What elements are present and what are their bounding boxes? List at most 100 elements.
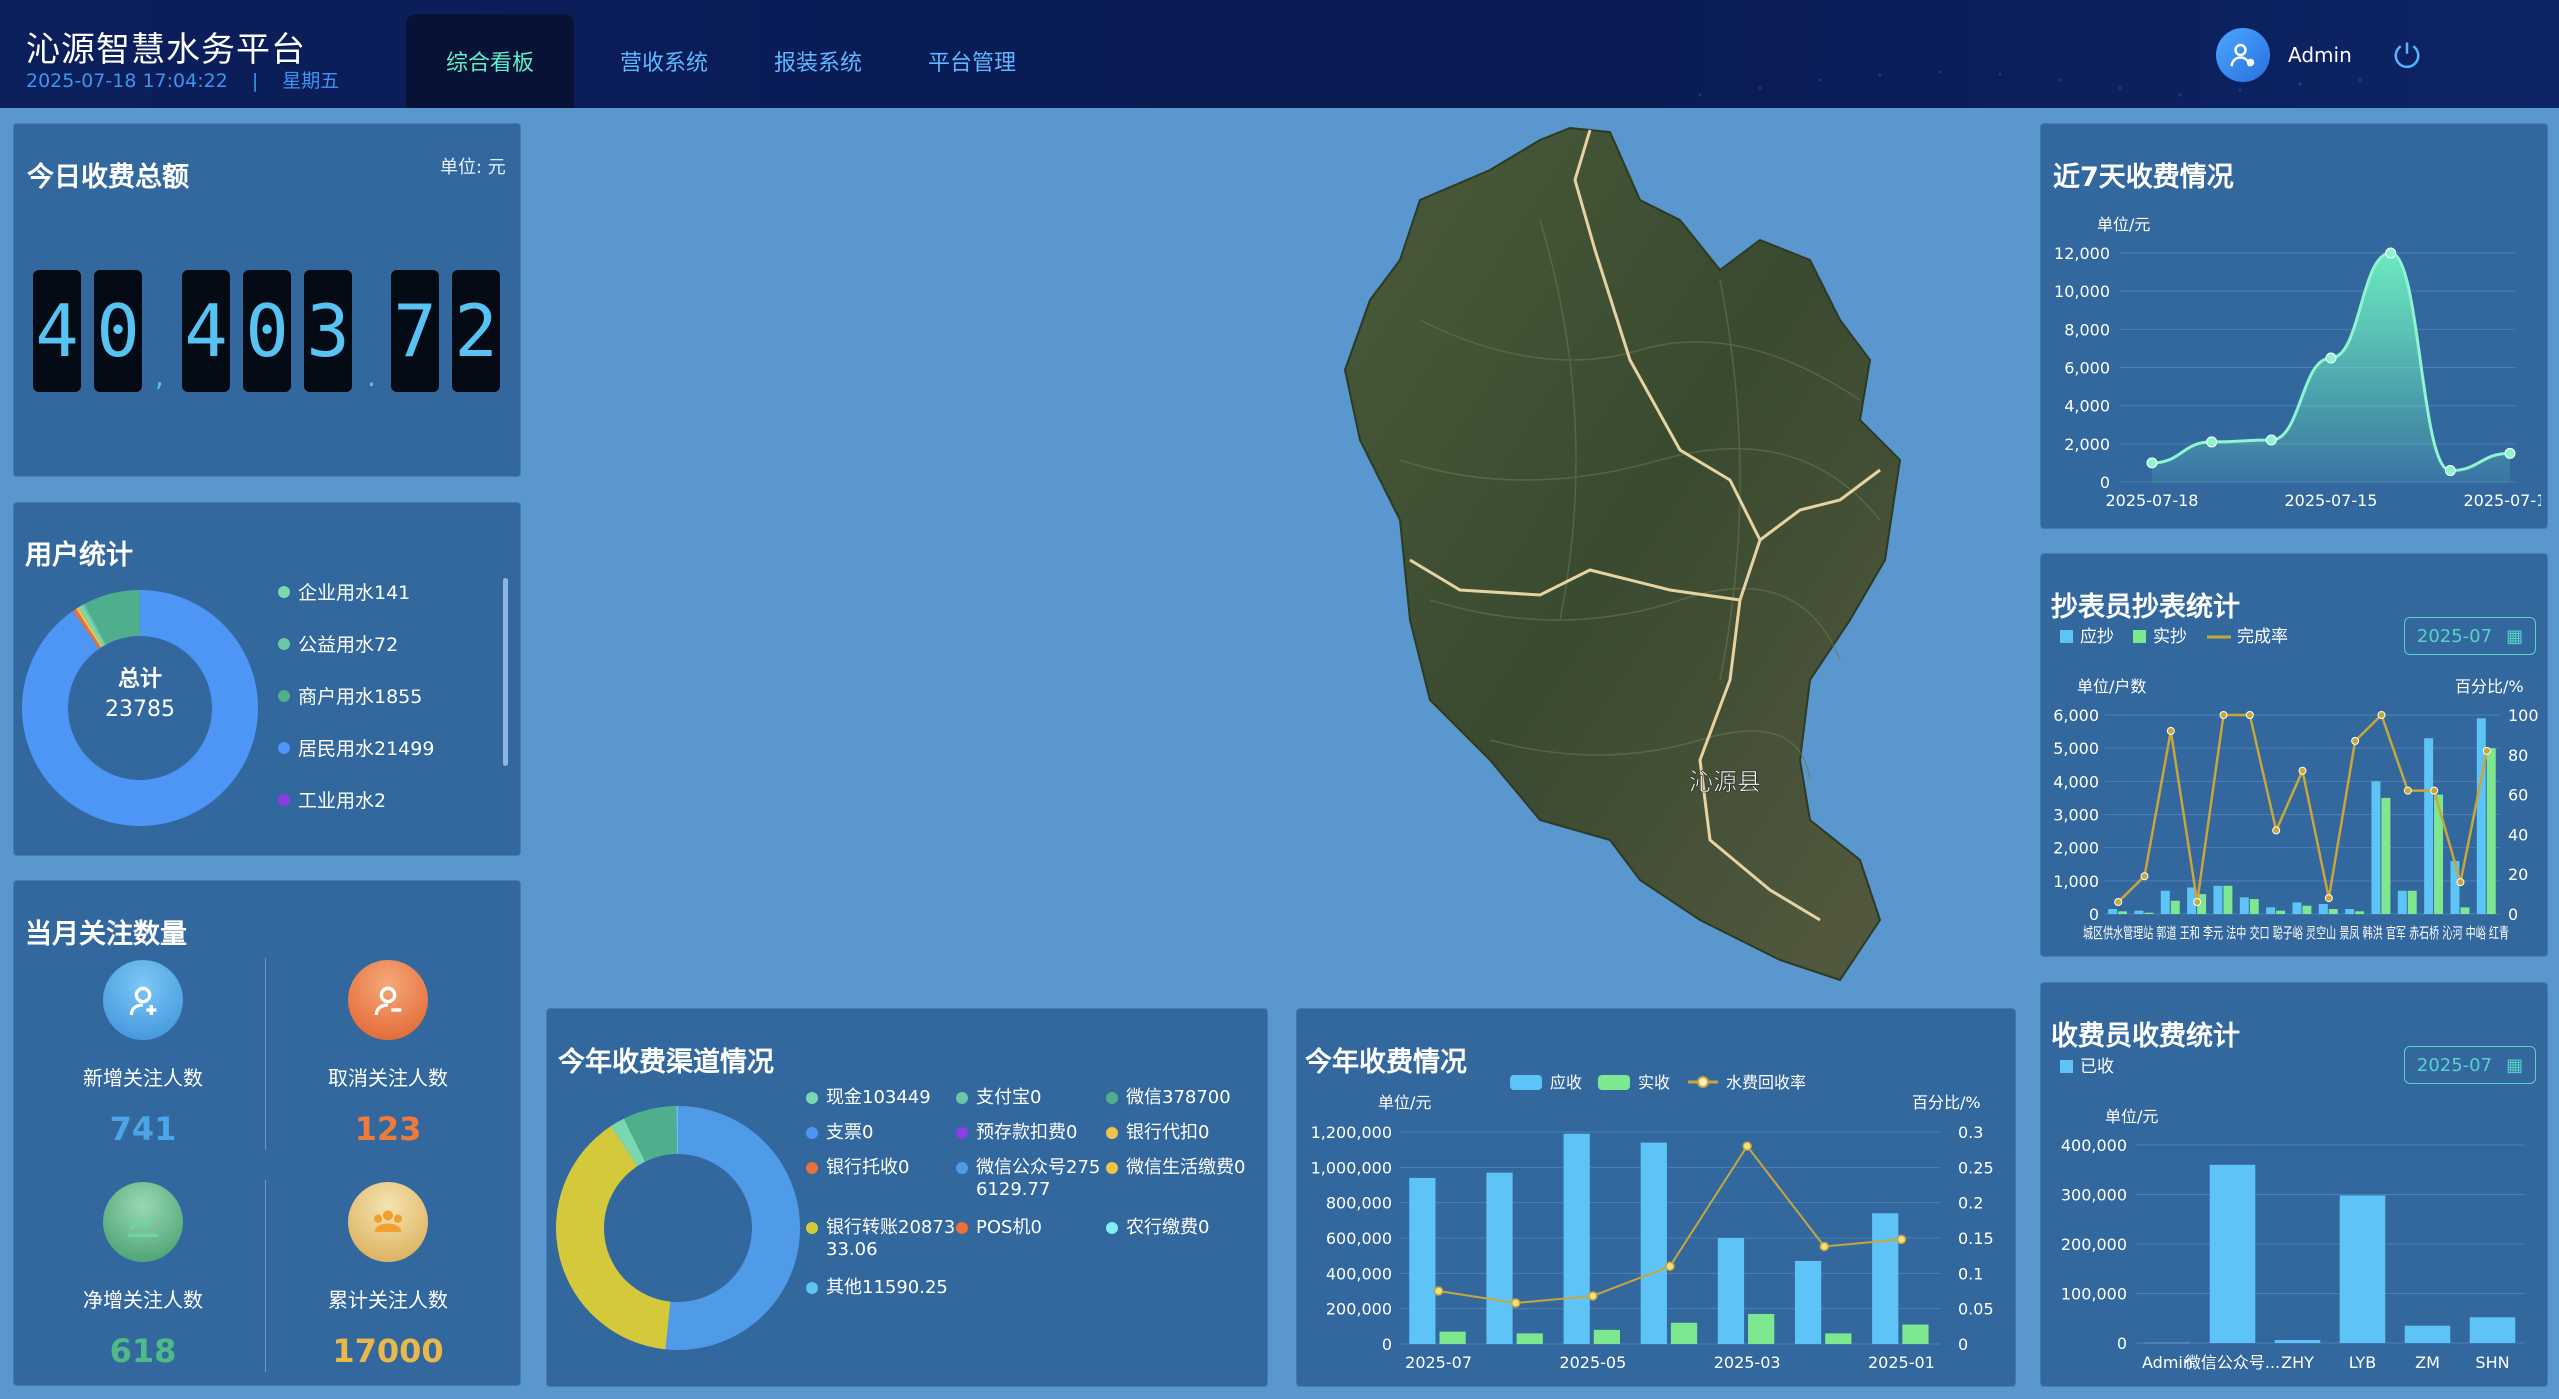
digit-4: 0 <box>243 270 291 392</box>
channel-legend-item[interactable]: 微信公众号2756129.77 <box>956 1157 1106 1201</box>
recovery-point <box>1742 1141 1752 1151</box>
top-header: 沁源智慧水务平台 2025-07-18 17:04:22 | 星期五 综合看板 … <box>0 0 2559 108</box>
y-tick-right: 0.1 <box>1958 1264 1983 1283</box>
y-tick-right: 0.25 <box>1958 1158 1994 1177</box>
bar-due <box>2213 885 2223 914</box>
bar-due <box>2424 738 2434 914</box>
bar-due <box>2450 860 2460 914</box>
legend-dot <box>278 585 290 598</box>
collector-title: 收费员收费统计 <box>2051 1021 2240 1052</box>
legend-dot <box>806 1127 818 1139</box>
group-icon <box>373 1210 403 1232</box>
channel-donut-chart[interactable] <box>555 1105 801 1351</box>
x-tick-label: 微信公众号... <box>2185 1353 2280 1372</box>
datetime: 2025-07-18 17:04:22 <box>26 70 228 92</box>
legend-dot <box>278 637 290 650</box>
rate-point <box>2193 898 2202 907</box>
y-tick-label: 4,000 <box>2064 397 2110 416</box>
channel-legend-item[interactable]: 其他11590.25 <box>806 1277 956 1299</box>
bar-due <box>2239 897 2249 914</box>
follow-value: 618 <box>109 1332 177 1370</box>
seven-day-title: 近7天收费情况 <box>2053 162 2234 193</box>
user-legend-item[interactable]: 居民用水21499 <box>278 734 434 761</box>
bar-due <box>2371 781 2381 914</box>
user-add-icon <box>129 986 157 1016</box>
y-tick-label: 10,000 <box>2054 282 2110 301</box>
collector-chart[interactable]: 已收单位/元0100,000200,000300,000400,000Admin… <box>2045 1050 2541 1382</box>
legend-dot <box>806 1222 818 1234</box>
legend-swatch <box>2060 630 2073 643</box>
legend-dot <box>1106 1222 1118 1234</box>
digit-2: 0 <box>94 270 142 392</box>
y-tick-right: 20 <box>2508 865 2528 884</box>
data-point <box>2146 457 2158 469</box>
bar-paid <box>1748 1313 1775 1344</box>
bar-due <box>1563 1133 1590 1344</box>
channel-legend-item[interactable]: 微信生活缴费0 <box>1106 1157 1256 1179</box>
bar-due <box>2397 890 2407 914</box>
follow-icon-wrap <box>348 1182 428 1262</box>
tab-revenue[interactable]: 营收系统 <box>600 14 728 108</box>
channel-legend-item[interactable]: 微信378700 <box>1106 1087 1256 1109</box>
user-stats-title: 用户统计 <box>25 540 133 571</box>
digit-3: 4 <box>182 270 230 392</box>
legend-dot <box>956 1092 968 1104</box>
map-label: 沁源县 <box>1689 768 1761 796</box>
legend-swatch <box>1510 1075 1542 1090</box>
user-legend-label: 公益用水72 <box>298 634 399 656</box>
channel-legend-item[interactable]: 农行缴费0 <box>1106 1217 1256 1239</box>
user-legend-label: 居民用水21499 <box>298 738 435 760</box>
channel-legend-item[interactable]: 预存款扣费0 <box>956 1122 1106 1144</box>
x-tick-label: SHN <box>2475 1353 2509 1372</box>
tab-dashboard[interactable]: 综合看板 <box>406 14 574 108</box>
bar-due <box>2292 902 2302 914</box>
y-tick-label: 0 <box>2117 1334 2127 1353</box>
channel-legend-label: 微信公众号2756129.77 <box>976 1157 1101 1200</box>
channel-legend-item[interactable]: 现金103449 <box>806 1087 956 1109</box>
y-tick-label: 8,000 <box>2064 320 2110 339</box>
county-map[interactable]: 沁源县 <box>1340 120 1920 990</box>
user-legend-item[interactable]: 公益用水72 <box>278 630 398 657</box>
user-legend-item[interactable]: 企业用水141 <box>278 578 410 605</box>
bar-due <box>2134 910 2144 914</box>
app-title: 沁源智慧水务平台 <box>26 30 306 70</box>
follow-icon-wrap <box>103 1182 183 1262</box>
avatar[interactable] <box>2216 28 2270 82</box>
tab-installation[interactable]: 报装系统 <box>754 14 882 108</box>
follow-icon-wrap <box>348 960 428 1040</box>
follow-icon-wrap <box>103 960 183 1040</box>
bar-due <box>1872 1213 1899 1344</box>
legend-scrollbar[interactable] <box>503 578 508 766</box>
bar-paid <box>1439 1331 1466 1344</box>
y-tick-left: 6,000 <box>2053 706 2099 725</box>
legend-label: 完成率 <box>2237 627 2288 647</box>
legend-dot <box>1106 1127 1118 1139</box>
user-menu[interactable]: Admin <box>2216 28 2352 82</box>
x-tick-label: LYB <box>2349 1353 2377 1372</box>
legend-label: 水费回收率 <box>1726 1073 1806 1092</box>
meter-reader-chart[interactable]: 应抄 实抄 完成率单位/户数 百分比/% 0 1,000 2,000 3,000 4,000 5,… <box>2045 620 2541 950</box>
user-legend-item[interactable]: 工业用水2 <box>278 786 386 813</box>
channel-legend-item[interactable]: 支付宝0 <box>956 1087 1106 1109</box>
y-tick-right: 40 <box>2508 825 2528 844</box>
rate-point <box>2219 711 2228 719</box>
county-shape <box>1343 126 1902 982</box>
seven-day-chart[interactable]: 单位/元 0 2,000 4,000 6,000 8,000 10,000 12,000 202… <box>2045 200 2541 520</box>
legend-dot <box>806 1162 818 1174</box>
y-tick-left: 3,000 <box>2053 806 2099 825</box>
recovery-point <box>1433 1286 1444 1296</box>
channel-legend-item[interactable]: POS机0 <box>956 1217 1106 1239</box>
bar-due <box>1486 1172 1513 1344</box>
tab-platform[interactable]: 平台管理 <box>908 14 1036 108</box>
power-icon[interactable] <box>2392 40 2422 70</box>
divider-top <box>265 958 266 1150</box>
legend-dot <box>956 1127 968 1139</box>
year-fee-chart[interactable]: 应收 实收 水费回收率单位/元 百分比/% 0 200,000 400,000 600,000… <box>1300 1062 2012 1382</box>
decor-wave <box>1698 70 2362 97</box>
bar-read <box>2249 899 2259 914</box>
channel-legend-item[interactable]: 银行代扣0 <box>1106 1122 1256 1144</box>
channel-legend-item[interactable]: 银行转账2087333.06 <box>806 1217 956 1261</box>
channel-legend-item[interactable]: 银行托收0 <box>806 1157 956 1179</box>
channel-legend-item[interactable]: 支票0 <box>806 1122 956 1144</box>
user-legend-item[interactable]: 商户用水1855 <box>278 682 422 709</box>
